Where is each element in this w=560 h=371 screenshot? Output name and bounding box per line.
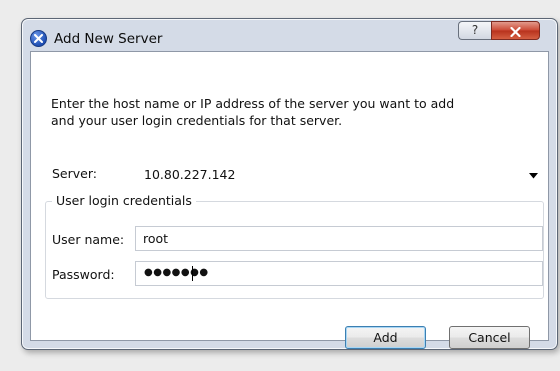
instructions-line-1: Enter the host name or IP address of the… (51, 96, 455, 111)
password-field[interactable]: ●●●●●●● (135, 261, 543, 286)
text-caret (192, 266, 193, 281)
instructions-line-2: and your user login credentials for that… (51, 113, 343, 128)
username-field[interactable]: root (135, 226, 543, 251)
chevron-down-icon[interactable] (529, 173, 538, 179)
help-icon: ? (471, 23, 479, 37)
credentials-group-title: User login credentials (52, 193, 196, 208)
x-logo-icon (30, 30, 47, 47)
close-icon (510, 26, 521, 38)
server-combobox[interactable]: 10.80.227.142 (139, 163, 545, 187)
cancel-button[interactable]: Cancel (449, 326, 530, 349)
close-button[interactable] (491, 21, 540, 40)
add-button[interactable]: Add (345, 326, 426, 349)
password-masked-value: ●●●●●●● (144, 267, 209, 278)
username-value: root (143, 231, 169, 246)
password-label: Password: (52, 267, 115, 282)
add-server-dialog: Add New Server ? Enter the host name or … (21, 18, 558, 350)
help-button[interactable]: ? (458, 21, 491, 40)
server-value: 10.80.227.142 (144, 167, 236, 182)
username-label: User name: (52, 232, 125, 247)
instructions-text: Enter the host name or IP address of the… (51, 95, 471, 129)
server-label: Server: (52, 166, 97, 181)
dialog-client-area: Enter the host name or IP address of the… (30, 51, 549, 349)
window-title: Add New Server (54, 31, 163, 47)
